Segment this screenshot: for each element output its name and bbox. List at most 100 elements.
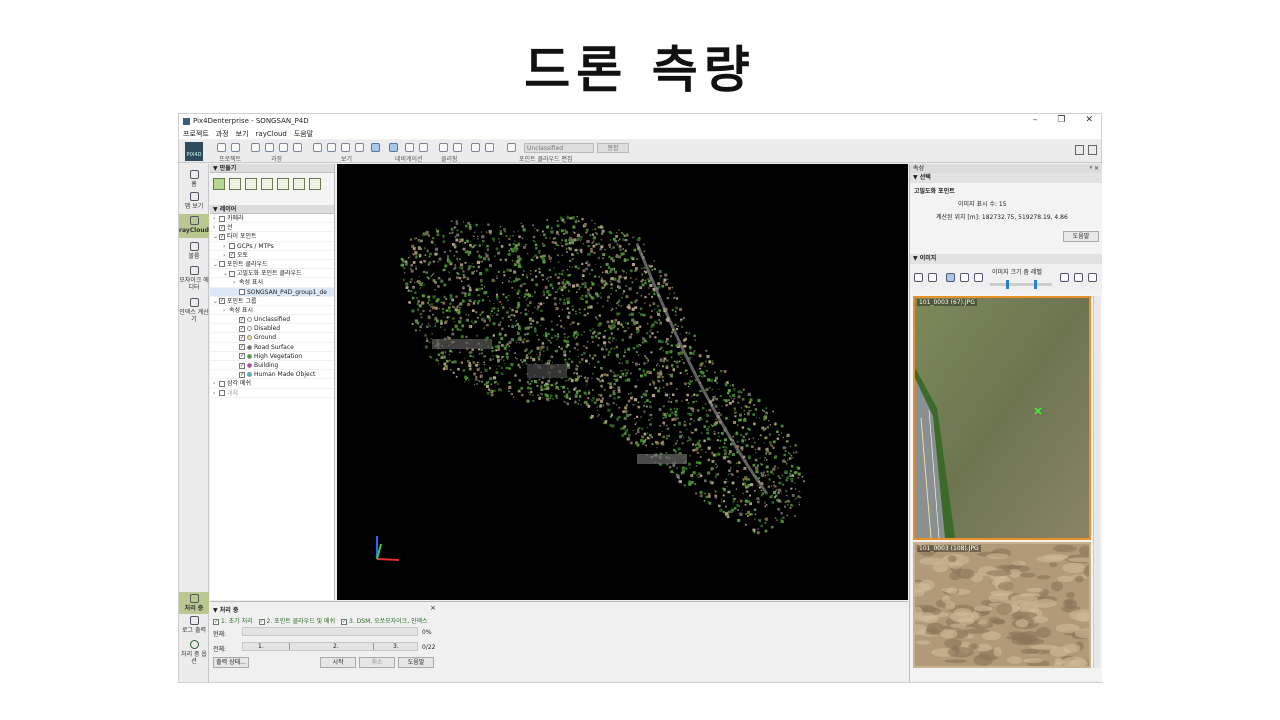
panel-close-icon[interactable]: ᵍ × [1090,164,1099,173]
layer-item[interactable]: ✓ Ground [210,333,334,343]
rail-map-view[interactable]: 맵 보기 [179,192,209,210]
layer-checkbox[interactable]: ✓ [239,334,245,341]
user-icon[interactable] [1075,145,1084,155]
zoom-fit-icon[interactable] [341,143,350,152]
layer-item[interactable]: › GCPs / MTPs [210,242,334,251]
images-scrollbar[interactable] [1093,296,1100,668]
layer-checkbox[interactable]: ✓ [239,362,245,369]
process-report-icon[interactable] [251,143,260,152]
sort-up-icon[interactable] [960,273,969,282]
process-step-icon[interactable] [279,143,288,152]
menu-view[interactable]: 보기 [236,129,249,139]
photo-preview-1[interactable]: 101_0003 (67).JPG [913,296,1091,540]
layer-checkbox[interactable]: ✓ [229,252,235,259]
apply-button[interactable]: 봉합 [597,143,629,153]
nav-first-person-icon[interactable] [389,143,398,152]
layer-item[interactable]: › 카메라 [210,214,334,224]
process-run-icon[interactable] [293,143,302,152]
rail-volume[interactable]: 볼륨 [179,242,209,260]
layer-checkbox[interactable]: ✓ [239,353,245,360]
layer-checkbox[interactable]: ✓ [239,344,245,351]
unlink-icon[interactable] [928,273,937,282]
process-lock-icon[interactable] [265,143,274,152]
processing-close-icon[interactable]: × [430,604,436,612]
nav-back-icon[interactable] [419,143,428,152]
layer-checkbox[interactable]: ✓ [219,224,225,231]
photo-preview-2[interactable]: 101_0003 (108).JPG [913,542,1091,668]
expand-icon[interactable] [1088,273,1097,282]
zoom-in-icon[interactable] [1060,273,1069,282]
create-plane-icon[interactable] [309,178,321,190]
layer-checkbox[interactable]: ✓ [239,371,245,378]
start-button[interactable]: 시작 [320,657,356,668]
layer-checkbox[interactable] [239,289,245,295]
layer-checkbox[interactable] [219,215,225,222]
image-fit-icon[interactable] [946,273,955,282]
layer-checkbox[interactable] [229,243,235,250]
project-open-icon[interactable] [217,143,226,152]
layer-item[interactable]: › 속성 표시 [210,306,334,316]
layer-checkbox[interactable]: ✓ [219,233,225,240]
layer-checkbox[interactable]: ✓ [239,325,245,332]
menu-process[interactable]: 과정 [216,129,229,139]
sort-down-icon[interactable] [974,273,983,282]
output-state-button[interactable]: 출력 상태... [213,657,249,668]
processing-help-button[interactable]: 도움말 [398,657,434,668]
minimize-button[interactable]: – [1033,115,1038,125]
menu-raycloud[interactable]: rayCloud [256,130,287,138]
images-header[interactable]: ▼ 이미지 [910,254,1102,264]
point-cloud-view[interactable] [337,164,908,600]
rail-home[interactable]: 홈 [179,170,209,188]
zoom-in-icon[interactable] [313,143,322,152]
menu-help[interactable]: 도움말 [294,129,313,139]
layer-item[interactable]: › 속성 표시 [210,278,334,288]
create-area-icon[interactable] [213,178,225,190]
rail-mosaic-editor[interactable]: 모자이크 에디터 [179,266,209,291]
axes-icon[interactable] [355,143,364,152]
create-camera-icon[interactable] [293,178,305,190]
slider-handle-max[interactable] [1034,280,1037,289]
layout-icon[interactable] [1088,145,1097,155]
layer-item[interactable]: ✓ Human Made Object [210,370,334,380]
layer-item[interactable]: ✓ Disabled [210,324,334,334]
rail-log-output[interactable]: 로그 출력 [179,616,209,634]
layer-item[interactable]: ✓ High Vegetation [210,352,334,361]
layer-item[interactable]: ✓ Unclassified [210,315,334,325]
clip-cube-icon[interactable] [453,143,462,152]
layer-checkbox[interactable] [219,380,225,387]
step-3-checkbox[interactable]: ✓ [341,618,348,625]
layer-item[interactable]: ⌄ ✓ 타이 포인트 [210,232,334,242]
image-zoom-slider[interactable] [990,280,1052,289]
nav-pan-icon[interactable] [405,143,414,152]
3d-viewport[interactable] [337,164,908,600]
rail-processing[interactable]: 처리 중 [179,592,209,614]
step-2-checkbox[interactable]: ✓ [258,618,265,625]
create-volume-icon[interactable] [277,178,289,190]
layer-item[interactable]: › 삼각 메쉬 [210,379,334,389]
cancel-button[interactable]: 취소 [359,657,395,668]
clip-box-icon[interactable] [439,143,448,152]
layer-item[interactable]: › ✓ 오토 [210,251,334,260]
layers-header[interactable]: ▼ 레이어 [210,205,334,214]
layer-item[interactable]: SONGSAN_P4D_group1_de [210,287,334,297]
create-surface-icon[interactable] [261,178,273,190]
layer-item[interactable]: ⌄ 고밀도화 포인트 클라우드 [210,269,334,279]
layer-item[interactable]: ⌄ 포인트 클라우드 [210,260,334,270]
class-select[interactable]: Unclassified [524,143,594,153]
layer-item[interactable]: › ✓ 선 [210,223,334,233]
link-icon[interactable] [914,273,923,282]
layer-item[interactable]: ✓ Road Surface [210,343,334,352]
selection-help-button[interactable]: 도움말 [1063,231,1099,242]
close-button[interactable]: ✕ [1085,115,1093,125]
slider-handle-min[interactable] [1006,280,1009,289]
class-color-icon[interactable] [507,143,516,152]
menu-project[interactable]: 프로젝트 [183,129,209,139]
layer-checkbox[interactable] [219,261,225,268]
step-1-checkbox[interactable]: ✓ [213,618,219,625]
edit-brush-icon[interactable] [471,143,480,152]
rail-index-calculator[interactable]: 인덱스 계산기 [179,298,209,323]
layer-item[interactable]: ⌄ ✓ 포인트 그룹 [210,297,334,306]
maximize-button[interactable]: ❐ [1057,115,1065,125]
layer-item[interactable]: ✓ Building [210,361,334,371]
create-header[interactable]: ▼ 만들기 [210,164,334,173]
